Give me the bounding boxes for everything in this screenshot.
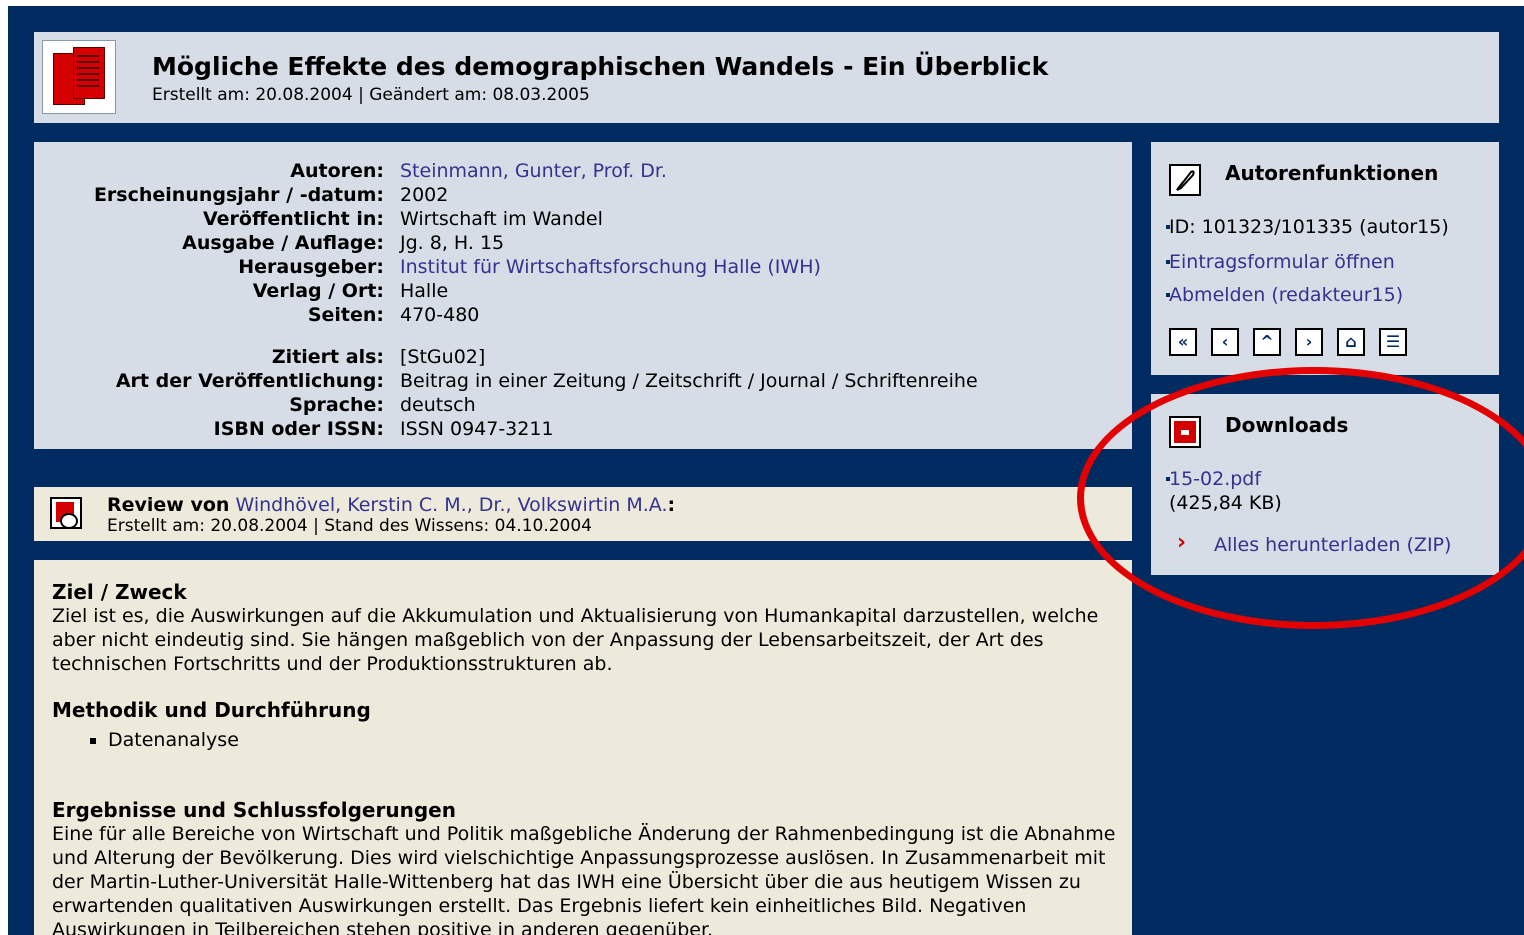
up-icon[interactable]: ^ bbox=[1253, 328, 1281, 356]
meta-value: deutsch bbox=[400, 394, 476, 416]
section-text-results: Eine für alle Bereiche von Wirtschaft un… bbox=[52, 823, 1116, 935]
quill-icon bbox=[1169, 164, 1201, 196]
home-icon[interactable]: ⌂ bbox=[1337, 328, 1365, 356]
meta-label: Art der Veröffentlichung: bbox=[115, 370, 384, 392]
metadata-table: Autoren: Steinmann, Gunter, Prof. Dr. Ers… bbox=[34, 159, 978, 441]
index-icon[interactable]: ☰ bbox=[1379, 328, 1407, 356]
first-icon[interactable]: « bbox=[1169, 328, 1197, 356]
meta-label: Ausgabe / Auflage: bbox=[182, 232, 384, 254]
meta-value: Jg. 8, H. 15 bbox=[400, 232, 505, 254]
meta-value: Beitrag in einer Zeitung / Zeitschrift /… bbox=[400, 370, 978, 392]
meta-value: 2002 bbox=[400, 184, 449, 206]
chevron-right-icon: › bbox=[1177, 530, 1187, 555]
download-box-icon bbox=[1169, 416, 1201, 448]
navigation-buttons: « ‹ ^ › ⌂ ☰ bbox=[1169, 328, 1407, 356]
meta-label: Zitiert als: bbox=[271, 346, 384, 368]
review-byline: Review von Windhövel, Kerstin C. M., Dr.… bbox=[107, 494, 676, 516]
next-icon[interactable]: › bbox=[1295, 328, 1323, 356]
review-icon bbox=[50, 497, 82, 529]
author-functions-title: Autorenfunktionen bbox=[1225, 161, 1439, 185]
publisher-link[interactable]: Institut für Wirtschaftsforschung Halle … bbox=[400, 256, 821, 278]
previous-icon[interactable]: ‹ bbox=[1211, 328, 1239, 356]
download-all-link[interactable]: › Alles herunterladen (ZIP) bbox=[1169, 530, 1451, 556]
downloads-title: Downloads bbox=[1225, 413, 1349, 437]
meta-label: Erscheinungsjahr / -datum: bbox=[93, 184, 384, 206]
section-text-goal: Ziel ist es, die Auswirkungen auf die Ak… bbox=[52, 605, 1099, 675]
reviewer-link[interactable]: Windhövel, Kerstin C. M., Dr., Volkswirt… bbox=[235, 494, 667, 516]
document-header: Mögliche Effekte des demographischen Wan… bbox=[34, 32, 1499, 123]
meta-label: Seiten: bbox=[307, 304, 384, 326]
section-title-results: Ergebnisse und Schlussfolgerungen bbox=[52, 798, 456, 822]
downloads-panel: Downloads 15-02.pdf (425,84 KB) › Alles … bbox=[1151, 394, 1499, 575]
section-title-goal: Ziel / Zweck bbox=[52, 580, 187, 604]
list-item: Datenanalyse bbox=[108, 728, 1122, 752]
section-title-method: Methodik und Durchführung bbox=[52, 698, 371, 722]
review-body: Ziel / Zweck Ziel ist es, die Auswirkung… bbox=[34, 560, 1132, 935]
open-entry-form-link[interactable]: Eintragsformular öffnen bbox=[1166, 251, 1395, 273]
author-link[interactable]: Steinmann, Gunter, Prof. Dr. bbox=[400, 160, 667, 182]
meta-label: Autoren: bbox=[290, 160, 384, 182]
file-size: (425,84 KB) bbox=[1169, 492, 1282, 514]
meta-value: ISSN 0947-3211 bbox=[400, 418, 554, 440]
meta-value: 470-480 bbox=[400, 304, 480, 326]
meta-value: Halle bbox=[400, 280, 449, 302]
entry-id: ID: 101323/101335 (autor15) bbox=[1166, 216, 1449, 238]
review-header: Review von Windhövel, Kerstin C. M., Dr.… bbox=[34, 487, 1132, 541]
meta-value: [StGu02] bbox=[400, 346, 486, 368]
meta-label: Herausgeber: bbox=[238, 256, 384, 278]
method-list: Datenanalyse bbox=[52, 728, 1122, 752]
pdf-download-link[interactable]: 15-02.pdf bbox=[1166, 468, 1261, 490]
meta-label: Veröffentlicht in: bbox=[202, 208, 384, 230]
page-dates: Erstellt am: 20.08.2004 | Geändert am: 0… bbox=[152, 85, 590, 105]
page-title: Mögliche Effekte des demographischen Wan… bbox=[152, 52, 1049, 81]
author-functions-panel: Autorenfunktionen ID: 101323/101335 (aut… bbox=[1151, 142, 1499, 375]
logout-link[interactable]: Abmelden (redakteur15) bbox=[1166, 284, 1403, 306]
document-icon bbox=[42, 40, 116, 114]
meta-label: ISBN oder ISSN: bbox=[213, 418, 384, 440]
meta-label: Sprache: bbox=[289, 394, 384, 416]
meta-value: Wirtschaft im Wandel bbox=[400, 208, 603, 230]
review-dates: Erstellt am: 20.08.2004 | Stand des Wiss… bbox=[107, 516, 592, 536]
metadata-panel: Autoren: Steinmann, Gunter, Prof. Dr. Ers… bbox=[34, 142, 1132, 449]
meta-label: Verlag / Ort: bbox=[252, 280, 384, 302]
